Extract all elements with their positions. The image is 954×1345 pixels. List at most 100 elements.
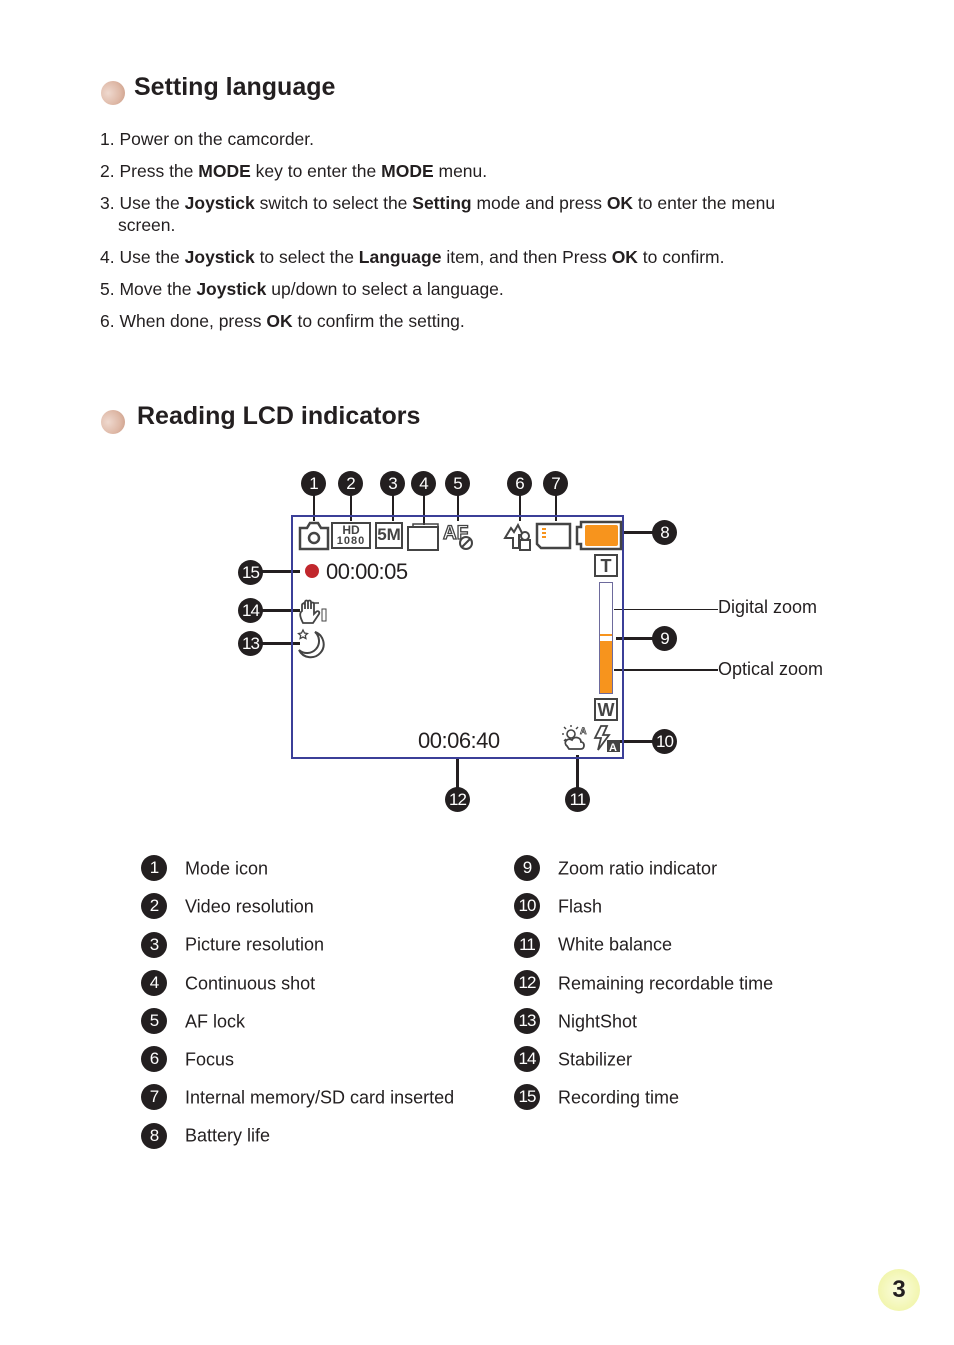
step-text: When done, press <box>119 311 267 331</box>
camera-mode-icon <box>298 521 330 551</box>
callout-15: 15 <box>238 560 263 585</box>
step-keyword: Joystick <box>196 279 267 299</box>
legend-item: 10 Flash <box>514 892 602 920</box>
step-number: 3. <box>100 193 120 213</box>
legend-label: Battery life <box>185 1125 271 1146</box>
step-number: 1. <box>100 129 120 149</box>
callout-1: 1 <box>301 471 326 496</box>
legend-number: 13 <box>514 1008 540 1035</box>
step-text: to confirm. <box>637 247 725 267</box>
legend-number: 15 <box>514 1084 540 1111</box>
stabilizer-hand-icon <box>299 599 327 624</box>
callout-9: 9 <box>652 626 677 651</box>
callout-line <box>456 757 459 790</box>
legend-label: Continuous shot <box>185 972 316 993</box>
callout-7: 7 <box>543 471 568 496</box>
legend-item: 11 White balance <box>514 930 673 958</box>
steps-list: 1. Power on the camcorder. 2. Press the M… <box>100 128 775 342</box>
step-text: Press the <box>119 161 199 181</box>
step-text: to confirm the setting. <box>292 311 465 331</box>
step-item: 2. Press the MODE key to enter the MODE … <box>100 160 775 182</box>
step-text: Use the <box>119 247 185 267</box>
step-item: 1. Power on the camcorder. <box>100 128 775 150</box>
legend-number: 3 <box>141 931 167 958</box>
recording-time: 00:00:05 <box>326 559 408 584</box>
legend-number: 11 <box>514 931 540 958</box>
step-number: 2. <box>100 161 120 181</box>
step-keyword: Joystick <box>184 247 255 267</box>
step-keyword: OK <box>611 247 638 267</box>
legend-number: 7 <box>141 1084 167 1111</box>
step-number: 5. <box>100 279 120 299</box>
video-resolution-icon: HD 1080 <box>331 522 371 549</box>
callout-13: 13 <box>238 631 263 656</box>
callout-6: 6 <box>507 471 532 496</box>
legend-number: 6 <box>141 1046 167 1073</box>
digital-zoom-marker <box>600 634 612 636</box>
legend-item: 15 Recording time <box>514 1083 679 1111</box>
legend-number: 9 <box>514 855 540 882</box>
legend-label: Stabilizer <box>558 1049 633 1070</box>
step-number: 6. <box>100 311 120 331</box>
legend-label: Mode icon <box>185 858 269 879</box>
zoom-tele-icon: T <box>594 554 618 577</box>
step-text: menu. <box>433 161 488 181</box>
callout-line <box>576 755 579 790</box>
callout-14: 14 <box>238 598 263 623</box>
optical-zoom-fill <box>600 640 612 693</box>
legend-number: 12 <box>514 969 540 996</box>
legend-item: 14 Stabilizer <box>514 1045 633 1073</box>
svg-text:A: A <box>609 742 617 754</box>
legend-item: 6 Focus <box>141 1045 234 1073</box>
svg-text:A: A <box>580 726 587 736</box>
step-text: Use the <box>119 193 185 213</box>
legend-number: 14 <box>514 1046 540 1073</box>
flash-auto-icon: A <box>593 725 620 754</box>
step-item: 6. When done, press OK to confirm the se… <box>100 310 775 332</box>
sd-card-icon <box>535 522 572 550</box>
legend-item: 13 NightShot <box>514 1007 638 1035</box>
callout-2: 2 <box>338 471 363 496</box>
continuous-shot-icon <box>407 523 439 551</box>
step-keyword: Language <box>358 247 442 267</box>
step-text: item, and then Press <box>441 247 612 267</box>
legend-label: Internal memory/SD card inserted <box>185 1087 455 1108</box>
legend-label: Zoom ratio indicator <box>558 858 718 879</box>
video-res-bottom: 1080 <box>336 535 366 547</box>
step-text: Move the <box>119 279 197 299</box>
legend-item: 8 Battery life <box>141 1121 271 1149</box>
callout-8: 8 <box>652 520 677 545</box>
legend-item: 5 AF lock <box>141 1007 246 1035</box>
step-item: 3. Use the Joystick switch to select the… <box>100 192 775 236</box>
step-item: 5. Move the Joystick up/down to select a… <box>100 278 775 300</box>
step-text: mode and press <box>471 193 607 213</box>
af-lock-icon: AF <box>442 522 473 550</box>
step-text: up/down to select a language. <box>266 279 504 299</box>
legend-item: 12 Remaining recordable time <box>514 969 773 996</box>
picture-resolution-icon: 5M <box>375 522 403 549</box>
step-text: switch to select the <box>254 193 413 213</box>
step-number: 4. <box>100 247 120 267</box>
remaining-recordable-time: 00:06:40 <box>418 728 500 753</box>
legend-item: 1 Mode icon <box>141 854 269 882</box>
section-title-lcd-indicators: Reading LCD indicators <box>137 402 421 430</box>
step-item: 4. Use the Joystick to select the Langua… <box>100 246 775 268</box>
legend-item: 2 Video resolution <box>141 892 314 920</box>
page-number: 3 <box>878 1269 920 1311</box>
callout-12: 12 <box>445 787 470 812</box>
legend-number: 4 <box>141 969 167 996</box>
legend-label: White balance <box>558 934 673 955</box>
legend-number: 2 <box>141 893 167 920</box>
zoom-ratio-bar <box>599 582 613 694</box>
legend-label: AF lock <box>185 1011 246 1032</box>
legend-label: NightShot <box>558 1011 638 1032</box>
callout-5: 5 <box>445 471 470 496</box>
step-text: Power on the camcorder. <box>119 129 315 149</box>
step-keyword: MODE <box>381 161 434 181</box>
legend-item: 9 Zoom ratio indicator <box>514 854 718 882</box>
digital-zoom-label: Digital zoom <box>718 597 818 617</box>
step-text: to select the <box>254 247 359 267</box>
step-keyword: MODE <box>198 161 251 181</box>
legend-number: 8 <box>141 1122 167 1149</box>
nightshot-moon-icon <box>297 628 325 659</box>
